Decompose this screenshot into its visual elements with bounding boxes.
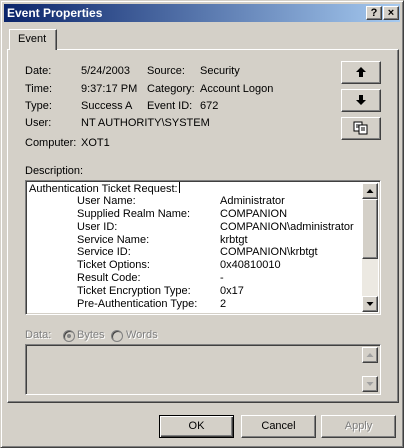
description-value: 2 — [220, 298, 227, 311]
category-label: Category: — [147, 83, 195, 95]
description-key: User ID: — [77, 220, 118, 233]
list-item: Result Code: - — [29, 272, 363, 285]
description-key: Ticket Options: — [77, 259, 150, 272]
description-key: Ticket Encryption Type: — [77, 285, 191, 298]
ok-button[interactable]: OK — [159, 415, 234, 438]
description-key: Service ID: — [77, 246, 131, 259]
data-label: Data: — [25, 329, 52, 341]
user-label: User: — [25, 117, 52, 129]
title-bar[interactable]: Event Properties ? × — [4, 4, 400, 22]
list-item: Supplied Realm Name: COMPANION — [29, 208, 363, 221]
data-scrollbar[interactable] — [362, 347, 378, 392]
tab-event[interactable]: Event — [9, 29, 57, 50]
time-label: Time: — [25, 83, 53, 95]
description-key: Supplied Realm Name: — [77, 207, 191, 220]
data-scroll-up-button[interactable] — [362, 347, 378, 363]
date-label: Date: — [25, 65, 52, 77]
copy-icon — [353, 121, 368, 135]
description-value: - — [220, 272, 224, 285]
description-textbox[interactable]: Authentication Ticket Request: User Name… — [25, 180, 381, 315]
list-item: Ticket Encryption Type: 0x17 — [29, 285, 363, 298]
list-item: Service ID: COMPANION\krbtgt — [29, 246, 363, 259]
triangle-down-icon — [366, 302, 374, 306]
event-properties-window: Event Properties ? × Event Date: 5/24/20… — [0, 0, 404, 448]
apply-button[interactable]: Apply — [321, 415, 396, 438]
up-arrow-icon — [356, 67, 366, 77]
description-value: 0x17 — [220, 285, 244, 298]
description-key: User Name: — [77, 194, 136, 207]
description-key: Service Name: — [77, 233, 150, 246]
list-item: User ID: COMPANION\administrator — [29, 221, 363, 234]
description-value: Administrator — [220, 194, 285, 207]
next-event-button[interactable] — [341, 89, 381, 112]
triangle-up-icon — [366, 189, 374, 193]
description-label: Description: — [25, 165, 84, 177]
radio-selected-dot — [67, 334, 71, 338]
source-label: Source: — [147, 65, 185, 77]
scroll-up-button[interactable] — [362, 183, 378, 199]
computer-label: Computer: — [25, 137, 77, 149]
date-value: 5/24/2003 — [81, 65, 130, 77]
close-button[interactable]: × — [383, 6, 399, 20]
tab-event-label: Event — [18, 33, 47, 45]
category-value: Account Logon — [200, 83, 274, 95]
scroll-down-button[interactable] — [362, 296, 378, 312]
down-arrow-icon — [356, 95, 366, 105]
words-label: Words — [126, 329, 158, 341]
text-caret — [178, 182, 180, 193]
triangle-up-icon — [366, 353, 374, 357]
event-id-label: Event ID: — [147, 100, 193, 112]
event-id-value: 672 — [200, 100, 219, 112]
copy-button[interactable] — [341, 117, 381, 140]
type-label: Type: — [25, 100, 52, 112]
description-scrollbar[interactable] — [362, 183, 378, 312]
bytes-label: Bytes — [77, 329, 105, 341]
scroll-thumb[interactable] — [362, 199, 378, 259]
list-item: User Name: Administrator — [29, 195, 363, 208]
cancel-button[interactable]: Cancel — [241, 415, 316, 438]
triangle-down-icon — [366, 382, 374, 386]
user-value: NT AUTHORITY\SYSTEM — [81, 117, 210, 129]
words-radio[interactable] — [111, 330, 123, 342]
source-value: Security — [200, 65, 240, 77]
list-item: Service Name: krbtgt — [29, 234, 363, 247]
description-heading: Authentication Ticket Request: — [29, 183, 178, 195]
help-button[interactable]: ? — [366, 6, 382, 20]
time-value: 9:37:17 PM — [81, 83, 138, 95]
type-value: Success A — [81, 100, 133, 112]
list-item: Ticket Options: 0x40810010 — [29, 259, 363, 272]
description-value: COMPANION\administrator — [220, 220, 354, 233]
description-heading-row: Authentication Ticket Request: — [29, 182, 363, 195]
description-value: krbtgt — [220, 233, 248, 246]
description-key: Pre-Authentication Type: — [77, 298, 198, 311]
description-value: COMPANION\krbtgt — [220, 246, 318, 259]
description-content: Authentication Ticket Request: User Name… — [29, 182, 363, 312]
bytes-radio[interactable] — [63, 330, 75, 342]
window-title: Event Properties — [7, 6, 103, 20]
list-item: Pre-Authentication Type: 2 — [29, 298, 363, 311]
description-value: 0x40810010 — [220, 259, 281, 272]
description-key: Result Code: — [77, 272, 141, 285]
previous-event-button[interactable] — [341, 61, 381, 84]
data-textbox[interactable] — [25, 344, 381, 395]
computer-value: XOT1 — [81, 137, 110, 149]
data-scroll-down-button[interactable] — [362, 376, 378, 392]
description-value: COMPANION — [220, 207, 288, 220]
